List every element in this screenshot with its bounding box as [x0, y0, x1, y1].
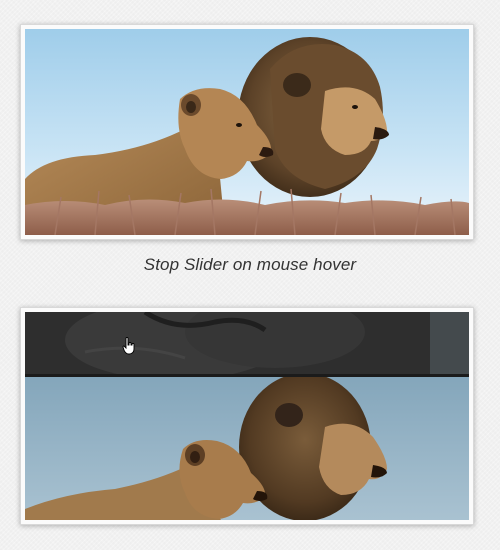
slider-bottom[interactable] [20, 307, 474, 525]
hand-pointer-icon [122, 337, 136, 355]
slider-top[interactable] [20, 24, 474, 240]
slide-image [25, 29, 469, 235]
caption-text: Stop Slider on mouse hover [143, 255, 357, 274]
slide-image [25, 377, 469, 520]
transition-strip [25, 312, 469, 374]
